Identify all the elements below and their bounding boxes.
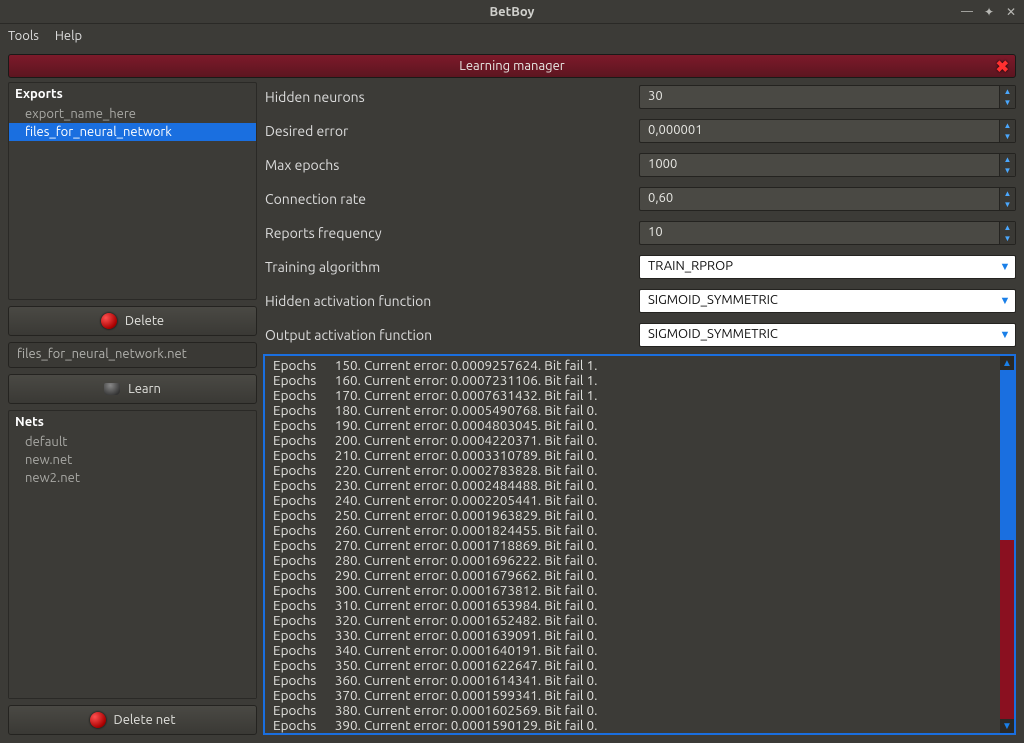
log-line: Epochs 280. Current error: 0.0001696222.… [273, 553, 992, 568]
log-line: Epochs 200. Current error: 0.0004220371.… [273, 433, 992, 448]
input-max-epochs[interactable]: 1000▲▼ [639, 153, 1016, 177]
delete-label: Delete [125, 314, 164, 328]
log-line: Epochs 170. Current error: 0.0007631432.… [273, 388, 992, 403]
scroll-down-icon[interactable]: ▼ [1000, 719, 1014, 733]
log-line: Epochs 330. Current error: 0.0001639091.… [273, 628, 992, 643]
chevron-down-icon: ▼ [995, 256, 1015, 278]
export-item[interactable]: export_name_here [9, 105, 256, 123]
log-line: Epochs 250. Current error: 0.0001963829.… [273, 508, 992, 523]
window-title: BetBoy [490, 5, 535, 19]
select-hidden-activation[interactable]: SIGMOID_SYMMETRIC▼ [639, 289, 1016, 313]
menu-help[interactable]: Help [55, 29, 82, 43]
delete-net-label: Delete net [114, 713, 176, 727]
delete-net-icon [90, 712, 106, 728]
tab-close-icon[interactable]: ✖ [996, 57, 1009, 76]
tab-learning-manager[interactable]: Learning manager ✖ [8, 54, 1016, 78]
tab-label: Learning manager [459, 59, 564, 73]
input-connection-rate[interactable]: 0,60▲▼ [639, 187, 1016, 211]
log-line: Epochs 220. Current error: 0.0002783828.… [273, 463, 992, 478]
menu-tools[interactable]: Tools [8, 29, 39, 43]
net-item[interactable]: new2.net [9, 469, 256, 487]
log-line: Epochs 340. Current error: 0.0001640191.… [273, 643, 992, 658]
log-line: Epochs 180. Current error: 0.0005490768.… [273, 403, 992, 418]
nets-heading: Nets [9, 411, 256, 433]
delete-icon [101, 313, 117, 329]
log-line: Epochs 370. Current error: 0.0001599341.… [273, 688, 992, 703]
minimize-button[interactable]: — [960, 5, 974, 19]
delete-net-button[interactable]: Delete net [8, 705, 257, 735]
chevron-down-icon: ▼ [995, 290, 1015, 312]
titlebar: BetBoy — ✦ ✕ [0, 0, 1024, 24]
log-line: Epochs 380. Current error: 0.0001602569.… [273, 703, 992, 718]
input-desired-error[interactable]: 0,000001▲▼ [639, 119, 1016, 143]
input-reports-frequency[interactable]: 10▲▼ [639, 221, 1016, 245]
label-connection-rate: Connection rate [263, 191, 639, 207]
export-item[interactable]: files_for_neural_network [9, 123, 256, 141]
pot-icon [104, 383, 120, 395]
label-hidden-activation: Hidden activation function [263, 293, 639, 309]
log-line: Epochs 300. Current error: 0.0001673812.… [273, 583, 992, 598]
learn-label: Learn [128, 382, 161, 396]
scroll-up-icon[interactable]: ▲ [1000, 356, 1014, 370]
log-line: Epochs 210. Current error: 0.0003310789.… [273, 448, 992, 463]
scrollbar[interactable]: ▲ ▼ [1000, 356, 1014, 733]
input-hidden-neurons[interactable]: 30▲▼ [639, 85, 1016, 109]
label-desired-error: Desired error [263, 123, 639, 139]
log-line: Epochs 310. Current error: 0.0001653984.… [273, 598, 992, 613]
net-item[interactable]: new.net [9, 451, 256, 469]
label-max-epochs: Max epochs [263, 157, 639, 173]
log-line: Epochs 290. Current error: 0.0001679662.… [273, 568, 992, 583]
filename-field[interactable]: files_for_neural_network.net [8, 342, 257, 368]
label-reports-frequency: Reports frequency [263, 225, 639, 241]
log-line: Epochs 260. Current error: 0.0001824455.… [273, 523, 992, 538]
log-line: Epochs 350. Current error: 0.0001622647.… [273, 658, 992, 673]
log-line: Epochs 360. Current error: 0.0001614341.… [273, 673, 992, 688]
log-line: Epochs 230. Current error: 0.0002484488.… [273, 478, 992, 493]
log-line: Epochs 270. Current error: 0.0001718869.… [273, 538, 992, 553]
delete-button[interactable]: Delete [8, 306, 257, 336]
label-hidden-neurons: Hidden neurons [263, 89, 639, 105]
maximize-button[interactable]: ✦ [982, 5, 996, 19]
select-output-activation[interactable]: SIGMOID_SYMMETRIC▼ [639, 323, 1016, 347]
label-output-activation: Output activation function [263, 327, 639, 343]
exports-panel: Exports export_name_herefiles_for_neural… [8, 82, 257, 300]
nets-panel: Nets defaultnew.netnew2.net [8, 410, 257, 699]
log-line: Epochs 390. Current error: 0.0001590129.… [273, 718, 992, 733]
exports-heading: Exports [9, 83, 256, 105]
log-line: Epochs 190. Current error: 0.0004803045.… [273, 418, 992, 433]
learn-button[interactable]: Learn [8, 374, 257, 404]
label-training-algorithm: Training algorithm [263, 259, 639, 275]
chevron-down-icon: ▼ [995, 324, 1015, 346]
log-panel: Epochs 150. Current error: 0.0009257624.… [263, 354, 1016, 735]
log-line: Epochs 320. Current error: 0.0001652482.… [273, 613, 992, 628]
log-line: Epochs 150. Current error: 0.0009257624.… [273, 358, 992, 373]
close-button[interactable]: ✕ [1004, 5, 1018, 19]
menubar: Tools Help [0, 24, 1024, 48]
log-line: Epochs 240. Current error: 0.0002205441.… [273, 493, 992, 508]
log-line: Epochs 160. Current error: 0.0007231106.… [273, 373, 992, 388]
net-item[interactable]: default [9, 433, 256, 451]
select-training-algorithm[interactable]: TRAIN_RPROP▼ [639, 255, 1016, 279]
